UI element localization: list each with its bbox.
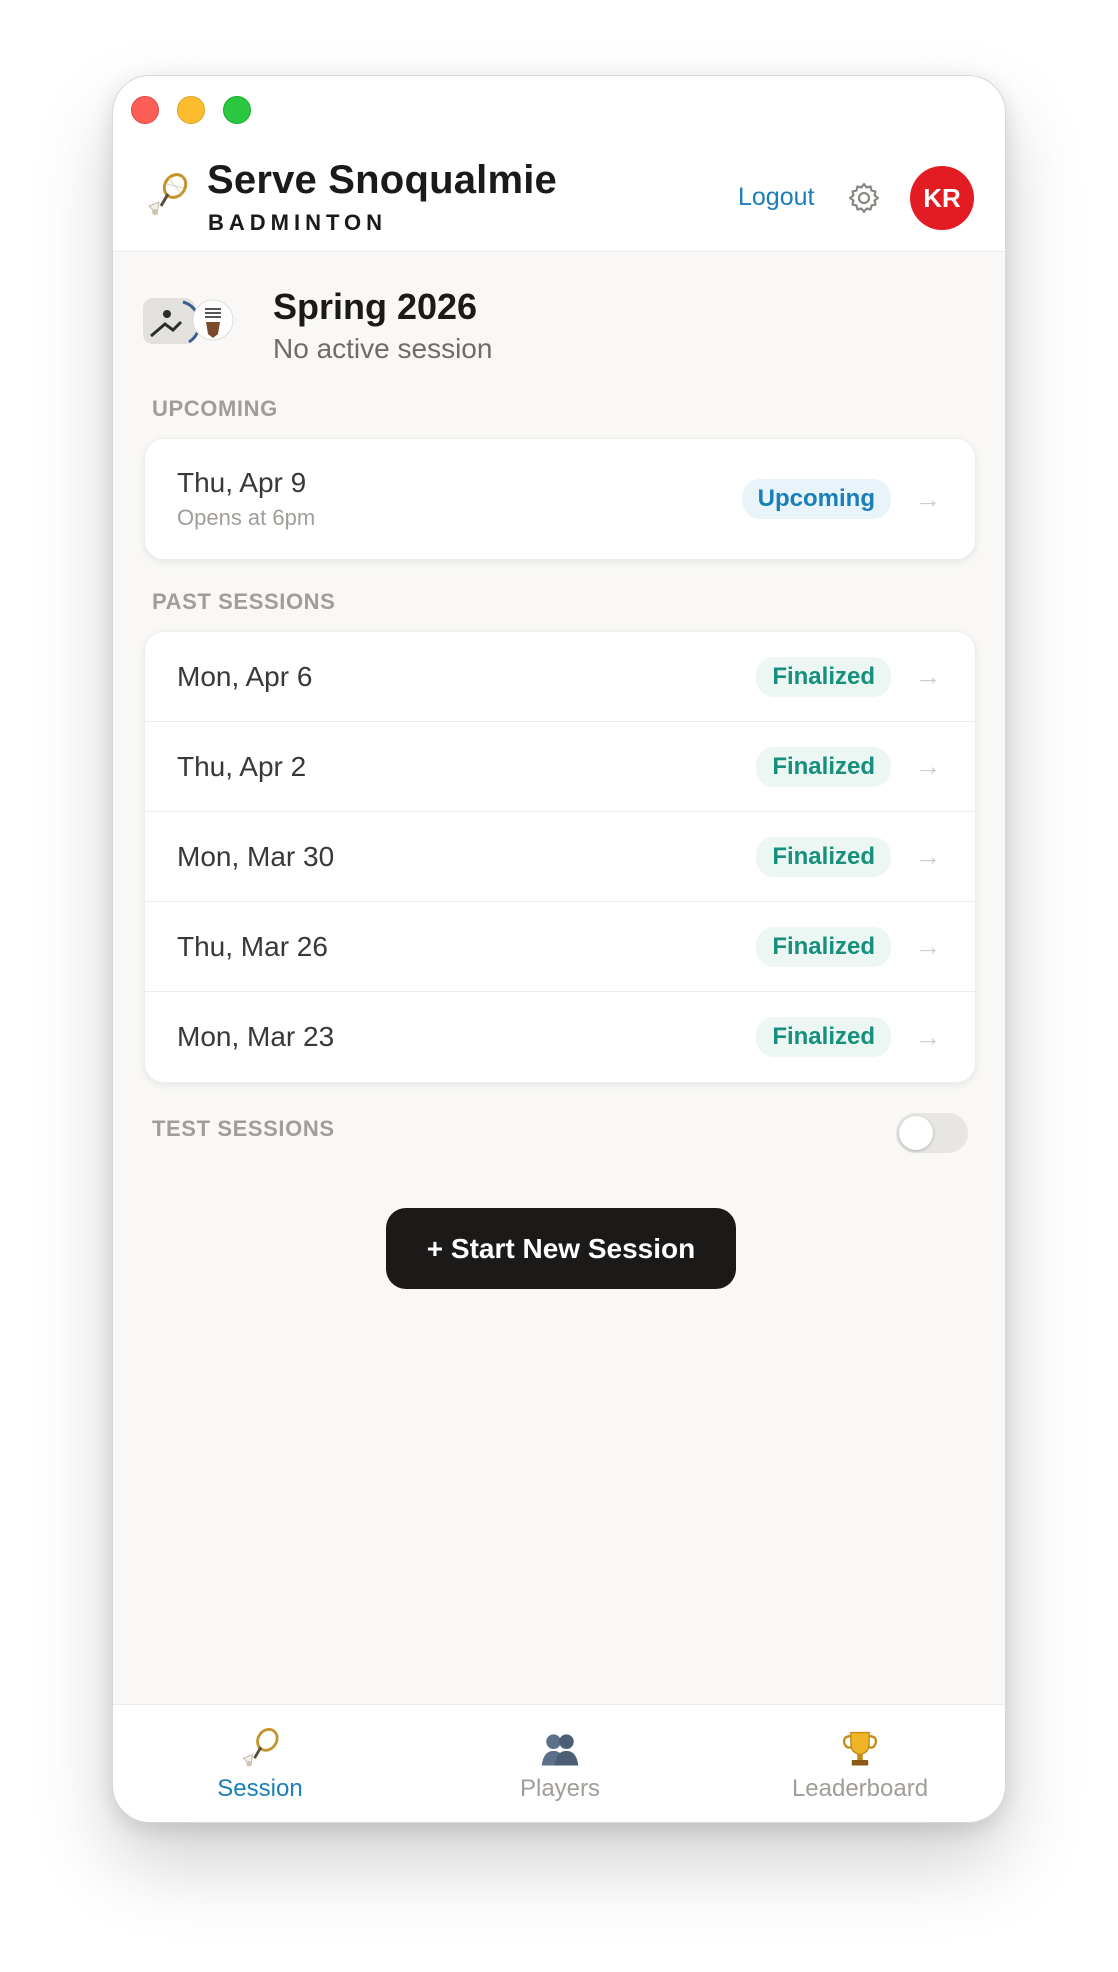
maximize-window-button[interactable]: [223, 96, 251, 124]
arrow-right-icon: →: [915, 841, 941, 871]
tab-players-label: Players: [519, 1775, 601, 1802]
season-status: No active session: [273, 333, 493, 364]
past-sessions-list: Mon, Apr 6 Finalized → Thu, Apr 2 Finali…: [144, 631, 976, 1083]
session-date: Mon, Apr 6: [177, 660, 313, 692]
test-sessions-label: TEST SESSIONS: [152, 1116, 335, 1141]
start-new-session-button[interactable]: + Start New Session: [386, 1208, 736, 1289]
tab-leaderboard[interactable]: Leaderboard: [760, 1705, 960, 1822]
status-badge: Finalized: [756, 656, 891, 697]
upcoming-section-label: UPCOMING: [152, 396, 278, 421]
season-title: Spring 2026: [273, 286, 478, 327]
app-window: Serve Snoqualmie BADMINTON Logout KR Spr…: [112, 75, 1006, 1823]
session-open-time: Opens at 6pm: [177, 505, 316, 530]
session-date: Thu, Apr 9: [177, 467, 307, 498]
session-date: Thu, Mar 26: [177, 930, 328, 962]
session-date: Thu, Apr 2: [177, 750, 307, 782]
trophy-icon: [842, 1731, 878, 1766]
app-title: Serve Snoqualmie: [207, 158, 557, 202]
arrow-right-icon: →: [915, 661, 941, 691]
session-row-text: Thu, Apr 9 Opens at 6pm: [177, 467, 315, 531]
tab-players[interactable]: Players: [460, 1705, 660, 1822]
arrow-right-icon: →: [915, 483, 941, 514]
session-row[interactable]: Mon, Mar 23 Finalized →: [145, 992, 975, 1082]
toggle-knob: [899, 1116, 933, 1150]
league-logo-image: [143, 298, 234, 344]
avatar[interactable]: KR: [910, 166, 974, 230]
tab-session[interactable]: Session: [160, 1705, 360, 1822]
arrow-right-icon: →: [915, 751, 941, 781]
status-badge: Finalized: [756, 836, 891, 877]
gear-icon[interactable]: [846, 180, 882, 216]
upcoming-list: Thu, Apr 9 Opens at 6pm Upcoming →: [144, 438, 976, 560]
status-badge: Finalized: [756, 926, 891, 967]
session-row[interactable]: Mon, Apr 6 Finalized →: [145, 632, 975, 722]
tab-session-label: Session: [217, 1775, 303, 1802]
session-row[interactable]: Thu, Apr 2 Finalized →: [145, 722, 975, 812]
session-row[interactable]: Mon, Mar 30 Finalized →: [145, 812, 975, 902]
logout-link[interactable]: Logout: [738, 183, 814, 212]
app-header: Serve Snoqualmie BADMINTON Logout KR: [113, 76, 1005, 252]
players-icon: [541, 1734, 579, 1766]
window-controls: [131, 96, 251, 124]
badminton-icon: [148, 173, 188, 216]
bottom-tab-bar: Session Players Leaderboard: [113, 1704, 1005, 1822]
arrow-right-icon: →: [915, 1021, 941, 1052]
app-subtitle: BADMINTON: [208, 210, 388, 235]
session-row-upcoming[interactable]: Thu, Apr 9 Opens at 6pm Upcoming →: [145, 439, 975, 559]
session-date: Mon, Mar 30: [177, 840, 335, 872]
status-badge: Upcoming: [741, 479, 891, 519]
badminton-icon: [242, 1728, 279, 1767]
session-date: Mon, Mar 23: [177, 1021, 335, 1052]
tab-leaderboard-label: Leaderboard: [791, 1775, 929, 1802]
session-row[interactable]: Thu, Mar 26 Finalized →: [145, 902, 975, 992]
status-badge: Finalized: [756, 746, 891, 787]
minimize-window-button[interactable]: [177, 96, 205, 124]
arrow-right-icon: →: [915, 931, 941, 961]
status-badge: Finalized: [756, 1017, 891, 1057]
close-window-button[interactable]: [131, 96, 159, 124]
test-sessions-toggle[interactable]: [896, 1113, 968, 1153]
past-sessions-label: PAST SESSIONS: [152, 589, 336, 614]
